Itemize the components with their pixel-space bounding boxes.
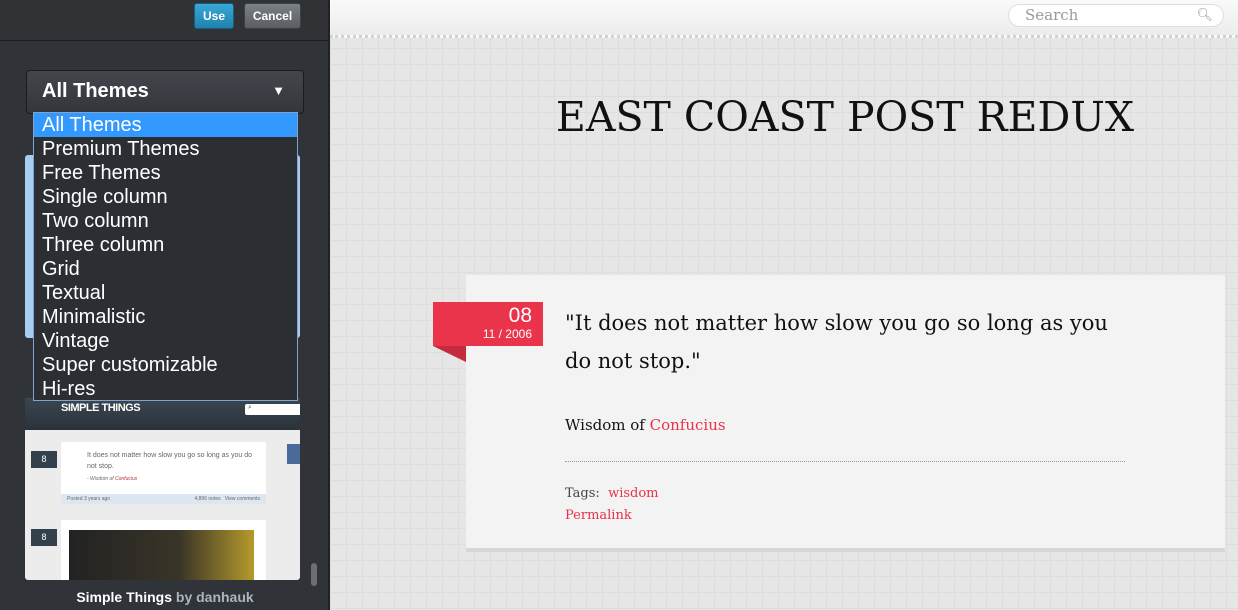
- preview-avatar: [287, 444, 300, 464]
- preview-quote: It does not matter how slow you go so lo…: [87, 452, 252, 470]
- filter-selected-value: All Themes: [42, 80, 149, 102]
- attribution-link[interactable]: Confucius: [650, 416, 726, 434]
- option-grid[interactable]: Grid: [34, 257, 297, 281]
- post-month-year: 11 / 2006: [482, 327, 532, 341]
- post-day: 08: [508, 304, 532, 327]
- option-single-column[interactable]: Single column: [34, 185, 297, 209]
- theme-author[interactable]: by danhauk: [176, 589, 254, 605]
- blog-preview: Search 🔍︎ EAST COAST POST REDUX 08 11 / 2…: [330, 0, 1238, 610]
- post-date-badge: 08 11 / 2006: [433, 302, 543, 346]
- preview-search-icon: ⌕: [245, 404, 300, 415]
- dropdown-arrow-icon: ▼: [272, 83, 285, 98]
- post-quote: "It does not matter how slow you go so l…: [565, 311, 1108, 373]
- tag-link[interactable]: wisdom: [608, 486, 658, 501]
- attribution-prefix: Wisdom of: [565, 416, 645, 434]
- use-button[interactable]: Use: [194, 3, 234, 29]
- search-icon[interactable]: 🔍︎: [1196, 5, 1213, 26]
- post-tags: Tags: wisdom: [565, 486, 659, 501]
- theme-filter-options: All Themes Premium Themes Free Themes Si…: [33, 112, 298, 401]
- option-premium-themes[interactable]: Premium Themes: [34, 137, 297, 161]
- preview-post-footer: Posted 3 years ago 4,896 notes View comme…: [61, 494, 266, 504]
- post-divider: [565, 461, 1125, 462]
- preview-attribution: - Wisdom of Confucius: [87, 476, 138, 482]
- preview-date-badge: 8: [31, 451, 57, 468]
- post-attribution: Wisdom of Confucius: [565, 416, 726, 434]
- option-two-column[interactable]: Two column: [34, 209, 297, 233]
- date-badge-fold: [433, 346, 466, 362]
- cancel-button[interactable]: Cancel: [244, 3, 301, 29]
- preview-photo-card: [61, 520, 266, 580]
- option-super-customizable[interactable]: Super customizable: [34, 353, 297, 377]
- tags-label: Tags:: [565, 486, 600, 501]
- preview-post-card: It does not matter how slow you go so lo…: [61, 442, 266, 504]
- preview-photo: [69, 530, 254, 580]
- option-free-themes[interactable]: Free Themes: [34, 161, 297, 185]
- permalink[interactable]: Permalink: [565, 508, 632, 523]
- theme-filter-select[interactable]: All Themes ▼: [26, 70, 304, 114]
- option-all-themes[interactable]: All Themes: [34, 113, 297, 137]
- sidebar-toolbar: Use Cancel: [0, 0, 328, 41]
- search-placeholder: Search: [1025, 6, 1079, 24]
- theme-caption: Simple Things by danhauk: [0, 589, 330, 605]
- search-input[interactable]: Search 🔍︎: [1008, 4, 1224, 27]
- option-hi-res[interactable]: Hi-res: [34, 377, 297, 401]
- theme-name: Simple Things: [76, 589, 172, 605]
- option-vintage[interactable]: Vintage: [34, 329, 297, 353]
- option-textual[interactable]: Textual: [34, 281, 297, 305]
- theme-preview-thumbnail[interactable]: SIMPLE THINGS ⌕ 8 It does not matter how…: [25, 398, 300, 580]
- sidebar-scrollbar[interactable]: [311, 563, 317, 586]
- blog-title[interactable]: EAST COAST POST REDUX: [330, 93, 1238, 141]
- option-minimalistic[interactable]: Minimalistic: [34, 305, 297, 329]
- blog-header: Search 🔍︎: [330, 0, 1238, 38]
- option-three-column[interactable]: Three column: [34, 233, 297, 257]
- preview-date-badge: 8: [31, 529, 57, 546]
- theme-sidebar: Use Cancel All Themes ▼ All Themes Premiu…: [0, 0, 330, 610]
